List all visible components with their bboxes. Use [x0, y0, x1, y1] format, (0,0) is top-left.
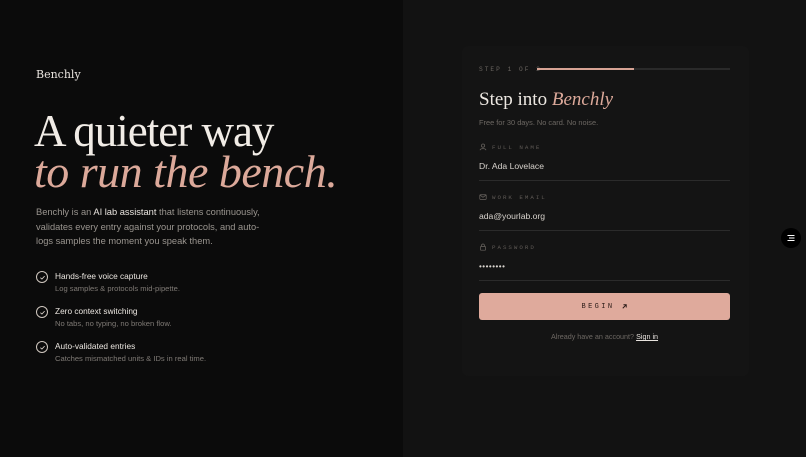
full-name-input[interactable]: Dr. Ada Lovelace [479, 161, 544, 171]
lock-icon [480, 243, 486, 251]
work-email-label: WORK EMAIL [479, 193, 547, 201]
begin-button-label: BEGIN [581, 302, 615, 311]
feature-title: Auto-validated entries [55, 341, 136, 351]
check-icon [36, 271, 48, 283]
arrow-up-right-icon [621, 304, 627, 309]
full-name-label-text: FULL NAME [492, 143, 542, 151]
progress-fill [537, 68, 634, 70]
user-icon [479, 143, 487, 151]
signin-prompt: Already have an account? Sign in [479, 332, 730, 341]
hero-description: Benchly is an AI lab assistant that list… [36, 205, 271, 249]
feature-desc: No tabs, no typing, no broken flow. [55, 319, 172, 328]
form-title: Step into Benchly [479, 89, 613, 111]
password-label: PASSWORD [479, 243, 536, 251]
menu-icon [787, 235, 795, 241]
feature-desc: Log samples & protocols mid-pipette. [55, 284, 180, 293]
work-email-label-text: WORK EMAIL [492, 193, 547, 201]
full-name-label: FULL NAME [479, 143, 541, 151]
brand-logo: Benchly [36, 68, 81, 81]
form-title-accent: Benchly [551, 89, 614, 110]
password-underline [479, 280, 730, 281]
progress-bar [537, 68, 730, 70]
signin-prompt-text: Already have an account? [550, 332, 637, 341]
hero-heading-line2: to run the bench. [34, 146, 338, 197]
password-input[interactable]: •••••••• [479, 262, 505, 271]
signin-link[interactable]: Sign in [636, 332, 658, 341]
feature-desc: Catches mismatched units & IDs in real t… [55, 354, 207, 363]
menu-button[interactable] [781, 228, 801, 248]
feature-title: Zero context switching [55, 306, 138, 316]
work-email-underline [479, 230, 730, 231]
form-title-text: Step into [479, 89, 552, 110]
begin-button[interactable]: BEGIN [479, 293, 730, 320]
check-icon [36, 306, 48, 318]
work-email-input[interactable]: ada@yourlab.org [479, 211, 545, 221]
check-icon [36, 341, 48, 353]
form-subtitle: Free for 30 days. No card. No noise. [479, 118, 599, 127]
mail-icon [479, 194, 487, 200]
full-name-underline [479, 180, 730, 181]
lead-highlight: AI lab assistant [93, 207, 157, 217]
password-label-text: PASSWORD [492, 243, 536, 251]
lead-text: Benchly is an [36, 207, 94, 217]
feature-title: Hands-free voice capture [55, 271, 148, 281]
step-indicator: STEP 1 OF 2 [479, 66, 542, 73]
